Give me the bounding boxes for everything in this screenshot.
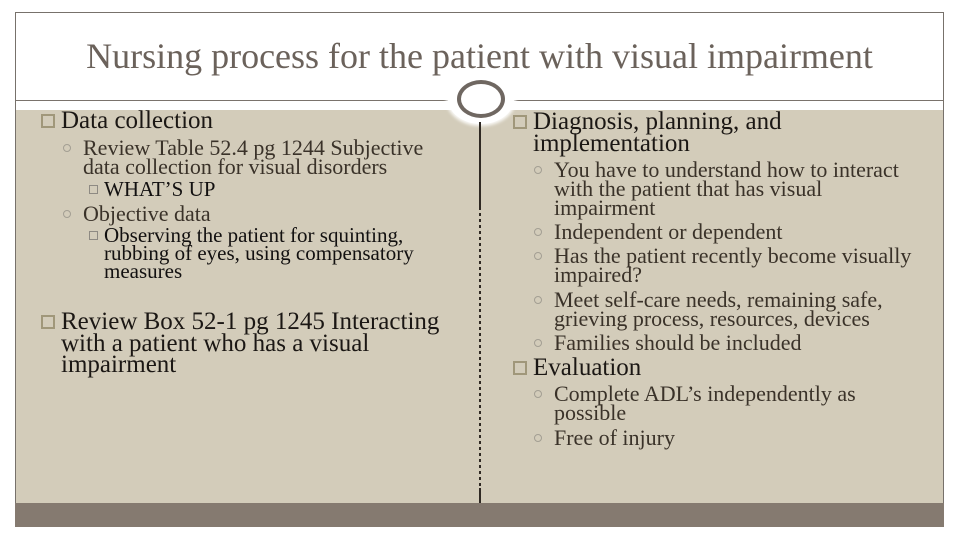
list-item: Meet self-care needs, remaining safe, gr… — [534, 286, 914, 331]
list-item-text: Data collection — [61, 107, 214, 134]
list-item: You have to understand how to interact w… — [534, 156, 916, 220]
square-bullet-icon — [41, 315, 55, 329]
list-item: WHAT’S UP — [89, 177, 439, 201]
list-item: Objective data — [63, 200, 445, 226]
list-item: Evaluation — [513, 354, 863, 381]
column-divider — [479, 122, 481, 207]
slide-title: Nursing process for the patient with vis… — [86, 36, 873, 76]
list-item: Complete ADL’s independently as possible — [534, 380, 889, 425]
list-item: Data collection — [41, 107, 451, 134]
circle-bullet-icon — [534, 338, 542, 347]
list-item: Families should be included — [534, 329, 914, 355]
list-item-text: Diagnosis, planning, and implementation — [533, 108, 782, 157]
list-item: Has the patient recently become visually… — [534, 242, 939, 287]
list-item-text: Observing the patient for squinting, rub… — [104, 223, 414, 283]
square-bullet-icon — [41, 114, 55, 128]
list-item: Review Table 52.4 pg 1244 Subjective dat… — [63, 134, 445, 179]
footer-band — [15, 503, 944, 527]
list-item-text: Evaluation — [533, 354, 642, 381]
list-item-text: Review Table 52.4 pg 1244 Subjective dat… — [83, 134, 424, 179]
circle-bullet-icon — [534, 251, 542, 260]
list-item-text: Objective data — [83, 200, 211, 226]
list-item: Observing the patient for squinting, rub… — [89, 223, 439, 283]
square-bullet-icon — [513, 115, 527, 129]
list-item-text: WHAT’S UP — [104, 177, 216, 201]
list-item-text: Independent or dependent — [554, 218, 783, 244]
list-item-text: Families should be included — [554, 329, 802, 355]
square-bullet-icon — [513, 361, 527, 375]
ring-ornament-icon — [457, 80, 505, 118]
list-item: Independent or dependent — [534, 218, 916, 244]
list-item-text: Has the patient recently become visually… — [554, 242, 912, 287]
list-item-text: Complete ADL’s independently as possible — [554, 380, 856, 425]
small-square-bullet-icon — [89, 231, 98, 240]
list-item: Diagnosis, planning, and implementation — [513, 108, 863, 157]
column-divider-bottom — [479, 488, 481, 503]
small-square-bullet-icon — [89, 185, 98, 194]
list-item-text: Review Box 52-1 pg 1245 Interacting with… — [61, 308, 440, 378]
list-item: Free of injury — [534, 424, 889, 450]
circle-bullet-icon — [534, 433, 542, 442]
circle-bullet-icon — [534, 227, 542, 236]
list-item-text: Free of injury — [554, 424, 675, 450]
circle-bullet-icon — [534, 165, 542, 174]
circle-bullet-icon — [63, 209, 71, 218]
circle-bullet-icon — [534, 389, 542, 398]
column-divider-dashed — [479, 207, 481, 488]
circle-bullet-icon — [63, 143, 71, 152]
list-item-text: Meet self-care needs, remaining safe, gr… — [554, 286, 883, 331]
list-item: Review Box 52-1 pg 1245 Interacting with… — [41, 308, 451, 378]
circle-bullet-icon — [534, 295, 542, 304]
list-item-text: You have to understand how to interact w… — [554, 156, 899, 220]
